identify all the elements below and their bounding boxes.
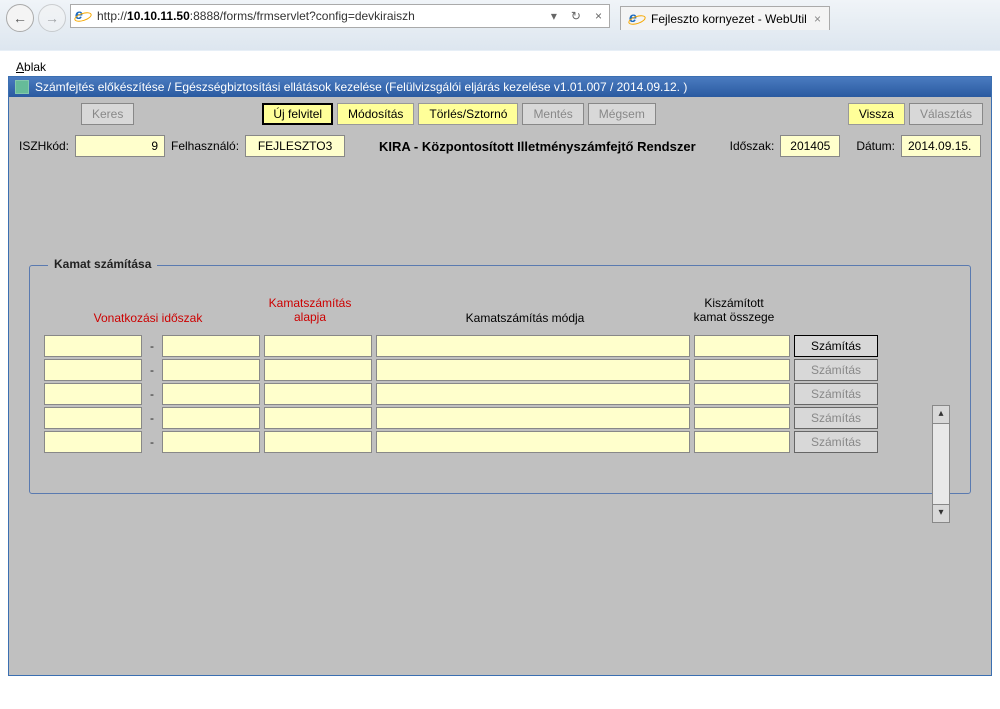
back-button[interactable]: ← [6,4,34,32]
period-to-input[interactable] [162,335,260,357]
period-from-input[interactable] [44,335,142,357]
stop-icon[interactable]: × [592,9,605,23]
address-bar[interactable]: http://10.10.11.50:8888/forms/frmservlet… [70,4,610,28]
idoszak-value: 201405 [780,135,840,157]
method-input[interactable] [376,335,690,357]
scroll-up-icon[interactable]: ▴ [933,406,949,424]
method-input[interactable] [376,359,690,381]
torles-button[interactable]: Törlés/Sztornó [418,103,518,125]
period-to-input[interactable] [162,407,260,429]
browser-tab[interactable]: Fejleszto kornyezet - WebUtil × [620,6,830,30]
calc-button[interactable]: Számítás [794,359,878,381]
ie-icon [75,8,91,24]
method-input[interactable] [376,407,690,429]
valasztas-button[interactable]: Választás [909,103,983,125]
toolbar: Keres Új felvitel Módosítás Törlés/Sztor… [9,97,991,131]
grid-scrollbar[interactable]: ▴ ▾ [932,405,950,523]
url-dropdown-icon[interactable]: ▾ [548,9,560,23]
basis-input[interactable] [264,359,372,381]
calc-button[interactable]: Számítás [794,335,878,357]
uj-felvitel-button[interactable]: Új felvitel [262,103,333,125]
amount-input[interactable] [694,407,790,429]
period-to-input[interactable] [162,431,260,453]
calc-button[interactable]: Számítás [794,407,878,429]
tab-title: Fejleszto kornyezet - WebUtil [651,12,807,26]
data-grid: - Számítás - Számítás [44,335,930,453]
method-input[interactable] [376,431,690,453]
basis-input[interactable] [264,431,372,453]
range-sep: - [146,387,158,401]
range-sep: - [146,363,158,377]
iszhkod-label: ISZHkód: [19,139,69,153]
url-text: http://10.10.11.50:8888/forms/frmservlet… [97,9,415,23]
menu-ablak[interactable]: Ablak [8,60,992,74]
window-icon [15,80,29,94]
period-to-input[interactable] [162,383,260,405]
idoszak-label: Időszak: [730,139,775,153]
scroll-down-icon[interactable]: ▾ [933,504,949,522]
browser-chrome: ← → http://10.10.11.50:8888/forms/frmser… [0,0,1000,50]
ie-icon [629,11,645,27]
app-main-title: KIRA - Központosított Illetményszámfejtő… [351,139,724,154]
keres-button[interactable]: Keres [81,103,134,125]
kamat-panel: Kamat számítása Vonatkozási időszak Kama… [29,265,971,494]
window-title: Számfejtés előkészítése / Egészségbiztos… [35,80,687,94]
datum-value: 2014.09.15. [901,135,981,157]
period-from-input[interactable] [44,383,142,405]
refresh-icon[interactable]: ↻ [568,9,584,23]
hdr-osszeg: Kiszámított kamat összege [686,296,782,325]
period-from-input[interactable] [44,431,142,453]
panel-legend: Kamat számítása [48,257,157,271]
period-from-input[interactable] [44,407,142,429]
basis-input[interactable] [264,335,372,357]
info-row: ISZHkód: 9 Felhasználó: FEJLESZTO3 KIRA … [9,131,991,165]
method-input[interactable] [376,383,690,405]
app-window: Számfejtés előkészítése / Egészségbiztos… [8,76,992,676]
period-from-input[interactable] [44,359,142,381]
scroll-track[interactable] [933,424,949,504]
window-title-bar: Számfejtés előkészítése / Egészségbiztos… [9,77,991,97]
hdr-alapja: Kamatszámítás alapja [256,296,364,325]
calc-button[interactable]: Számítás [794,431,878,453]
hdr-modja: Kamatszámítás módja [368,311,682,325]
basis-input[interactable] [264,407,372,429]
forward-button[interactable]: → [38,4,66,32]
amount-input[interactable] [694,359,790,381]
calc-button[interactable]: Számítás [794,383,878,405]
mentes-button[interactable]: Mentés [522,103,583,125]
amount-input[interactable] [694,383,790,405]
datum-label: Dátum: [856,139,895,153]
period-to-input[interactable] [162,359,260,381]
close-icon[interactable]: × [814,12,821,26]
range-sep: - [146,411,158,425]
vissza-button[interactable]: Vissza [848,103,905,125]
amount-input[interactable] [694,335,790,357]
range-sep: - [146,339,158,353]
amount-input[interactable] [694,431,790,453]
hdr-vonatkozasi: Vonatkozási időszak [44,311,252,325]
felhasznalo-label: Felhasználó: [171,139,239,153]
megsem-button[interactable]: Mégsem [588,103,656,125]
range-sep: - [146,435,158,449]
felhasznalo-value: FEJLESZTO3 [245,135,345,157]
modositas-button[interactable]: Módosítás [337,103,414,125]
basis-input[interactable] [264,383,372,405]
iszhkod-value: 9 [75,135,165,157]
